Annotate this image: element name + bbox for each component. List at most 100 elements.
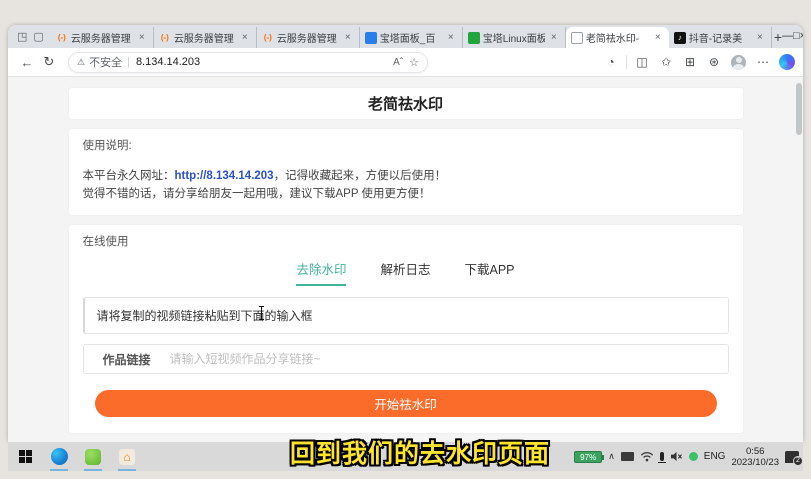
tab-favicon: (-): [159, 32, 171, 44]
notification-center-icon[interactable]: 2: [785, 451, 799, 463]
wifi-icon[interactable]: [640, 451, 654, 462]
paste-hint-box: 请将复制的视频链接粘贴到下面的输入框: [83, 297, 729, 334]
new-tab-button[interactable]: +: [774, 29, 782, 45]
read-aloud-icon[interactable]: Aˆ: [393, 57, 403, 68]
green-app-icon: [85, 449, 101, 465]
favorite-star-icon[interactable]: ☆: [409, 56, 419, 69]
instructions-line2: 觉得不错的话，请分享给朋友一起用哦，建议下载APP 使用更方便！: [83, 185, 729, 203]
security-label[interactable]: 不安全: [89, 54, 122, 70]
tab-title: 云服务器管理: [71, 30, 133, 45]
tab-favicon: (-): [262, 32, 274, 44]
instr-line1-pre: 本平台永久网址：: [83, 170, 175, 182]
taskbar-clock[interactable]: 0:56 2023/10/23: [731, 446, 779, 468]
minimize-button[interactable]: —: [782, 25, 793, 48]
browser-tab-6[interactable]: ♪抖音-记录美×: [669, 27, 772, 48]
browser-tab-4[interactable]: 宝塔Linux面板×: [463, 27, 566, 48]
work-link-input[interactable]: [170, 352, 728, 366]
back-icon[interactable]: ←: [16, 55, 38, 70]
toolbar-divider: [626, 55, 627, 69]
notification-badge: 2: [793, 456, 803, 466]
taskbar-edge-button[interactable]: [42, 442, 76, 471]
tab-title: 云服务器管理: [277, 30, 339, 45]
battery-indicator[interactable]: 97%: [574, 451, 602, 463]
tab-close-icon[interactable]: ×: [652, 32, 664, 43]
instructions-heading: 使用说明:: [83, 137, 729, 153]
browser-tabs: (-)云服务器管理×(-)云服务器管理×(-)云服务器管理×宝塔面板_百×宝塔L…: [51, 25, 772, 48]
taskbar-home-app-button[interactable]: ⌂: [110, 442, 144, 471]
system-tray: 97% ∧ ENG 0:56 2023/10/23 2: [574, 446, 803, 468]
address-separator: |: [127, 56, 130, 68]
text-cursor: [261, 306, 262, 320]
clock-time: 0:56: [746, 446, 765, 457]
not-secure-icon: ⚠: [77, 57, 85, 68]
edge-icon: [51, 448, 68, 465]
taskbar: ⌂ 回到我们的去水印页面 97% ∧ ENG 0:56 2023/10/23: [8, 442, 803, 471]
tab-favicon: [365, 32, 377, 44]
tab-favicon: ♪: [674, 32, 686, 44]
page-tab-2[interactable]: 下载APP: [465, 259, 515, 286]
browser-tab-5[interactable]: 老简祛水印-×: [566, 27, 669, 48]
page-title: 老简祛水印: [68, 87, 744, 120]
tab-title: 宝塔Linux面板: [483, 30, 545, 45]
page-tab-0[interactable]: 去除水印: [296, 259, 346, 286]
browser-tab-2[interactable]: (-)云服务器管理×: [257, 27, 360, 48]
tab-close-icon[interactable]: ×: [239, 32, 251, 43]
workspaces-icon[interactable]: ◳: [17, 29, 27, 45]
extensions-icon[interactable]: ⊛: [702, 55, 726, 69]
instr-line1-post: ，记得收藏起来，方便以后使用！: [274, 170, 447, 182]
start-remove-watermark-button[interactable]: 开始祛水印: [95, 390, 717, 417]
browser-window: ◳ ▢ (-)云服务器管理×(-)云服务器管理×(-)云服务器管理×宝塔面板_百…: [8, 25, 803, 442]
online-use-heading: 在线使用: [69, 233, 743, 259]
collections-icon[interactable]: ⊞: [678, 55, 702, 69]
address-bar[interactable]: ⚠ 不安全 | 8.134.14.203 Aˆ ☆: [68, 52, 428, 73]
tab-title: 老简祛水印-: [586, 30, 649, 45]
tab-close-icon[interactable]: ×: [754, 32, 766, 43]
split-screen-icon[interactable]: ◫: [630, 55, 654, 69]
page-tab-1[interactable]: 解析日志: [380, 259, 430, 286]
close-button[interactable]: ×: [800, 25, 803, 48]
hidden-icons-chevron[interactable]: ∧: [608, 451, 615, 462]
safety-tray-icon[interactable]: [689, 452, 698, 461]
taskbar-green-app-button[interactable]: [76, 442, 110, 471]
browser-tab-1[interactable]: (-)云服务器管理×: [154, 27, 257, 48]
copilot-icon[interactable]: [779, 54, 795, 70]
work-link-label: 作品链接: [84, 351, 170, 368]
start-button[interactable]: [8, 442, 42, 471]
instructions-card: 使用说明: 本平台永久网址：http://8.134.14.203，记得收藏起来…: [68, 128, 744, 216]
browser-tab-3[interactable]: 宝塔面板_百×: [360, 27, 463, 48]
refresh-icon[interactable]: ↻: [38, 54, 60, 70]
tab-title: 宝塔面板_百: [380, 30, 442, 45]
tab-title: 抖音-记录美: [689, 30, 751, 45]
site-url-link[interactable]: http://8.134.14.203: [175, 170, 274, 182]
instructions-line1: 本平台永久网址：http://8.134.14.203，记得收藏起来，方便以后使…: [83, 167, 729, 185]
tab-close-icon[interactable]: ×: [548, 32, 560, 43]
windows-logo-icon: [19, 450, 32, 463]
browser-toolbar: ← ↻ ⚠ 不安全 | 8.134.14.203 Aˆ ☆ ◔ ◫ ✩ ⊞ ⊛ …: [8, 48, 803, 77]
tab-close-icon[interactable]: ×: [136, 32, 148, 43]
url-text[interactable]: 8.134.14.203: [136, 56, 387, 68]
microphone-icon[interactable]: [660, 452, 664, 461]
online-use-card: 在线使用 去除水印 解析日志 下载APP 请将复制的视频链接粘贴到下面的输入框 作品…: [68, 224, 744, 434]
tab-title: 云服务器管理: [174, 30, 236, 45]
link-form-row: 作品链接: [83, 344, 729, 374]
maximize-button[interactable]: □: [793, 25, 800, 48]
settings-more-icon[interactable]: ⋯: [751, 55, 775, 69]
input-language[interactable]: ENG: [704, 451, 726, 462]
profile-avatar[interactable]: [731, 55, 746, 70]
web-page: 老简祛水印 使用说明: 本平台永久网址：http://8.134.14.203，…: [8, 77, 803, 442]
browser-tab-0[interactable]: (-)云服务器管理×: [51, 27, 154, 48]
paste-hint-text: 请将复制的视频链接粘贴到下面的输入框: [97, 309, 313, 323]
page-tabs: 去除水印 解析日志 下载APP: [69, 259, 743, 293]
speaker-muted-icon[interactable]: [670, 451, 683, 462]
page-scrollbar[interactable]: [796, 83, 802, 135]
tab-actions-icon[interactable]: ▢: [33, 29, 43, 45]
tab-close-icon[interactable]: ×: [445, 32, 457, 43]
favorites-icon[interactable]: ✩: [654, 55, 678, 69]
tab-strip: ◳ ▢ (-)云服务器管理×(-)云服务器管理×(-)云服务器管理×宝塔面板_百…: [8, 25, 803, 48]
tab-favicon: [468, 32, 480, 44]
tab-close-icon[interactable]: ×: [342, 32, 354, 43]
browser-essentials-icon[interactable]: ◔: [599, 55, 623, 69]
tab-favicon: (-): [56, 32, 68, 44]
video-caption: 回到我们的去水印页面: [290, 434, 550, 470]
display-tray-icon[interactable]: [621, 452, 634, 461]
